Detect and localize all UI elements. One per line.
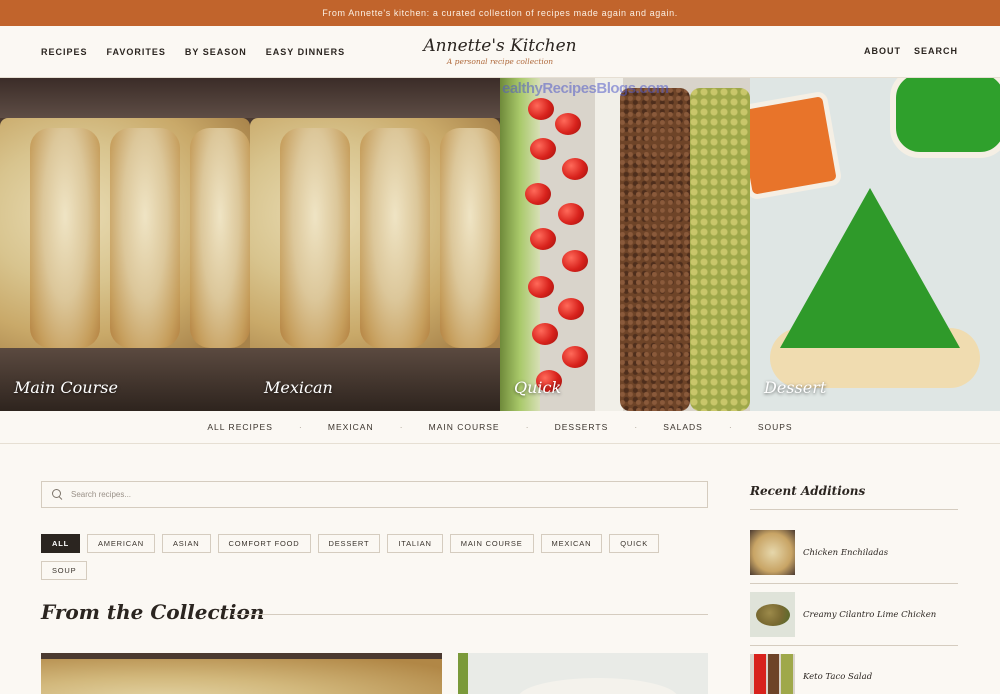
category-separator: · xyxy=(399,422,403,432)
recent-thumbnail xyxy=(750,654,795,694)
tag-quick[interactable]: QUICK xyxy=(609,534,660,553)
main-nav: RECIPES FAVORITES BY SEASON EASY DINNERS… xyxy=(0,26,1000,78)
tag-all[interactable]: ALL xyxy=(41,534,80,553)
tag-comfort-food[interactable]: COMFORT FOOD xyxy=(217,534,311,553)
hero-label-quick: Quick xyxy=(514,378,562,397)
recent-item-name: Chicken Enchiladas xyxy=(803,547,889,558)
announcement-text: From Annette's kitchen: a curated collec… xyxy=(322,8,678,18)
tag-dessert[interactable]: DESSERT xyxy=(317,534,381,553)
nav-recipes[interactable]: RECIPES xyxy=(41,47,88,57)
sidebar-divider xyxy=(750,509,958,510)
hero-grid: Main Course Mexican ealthyRecipesBlogs.c… xyxy=(0,78,1000,411)
hero-label-main-course: Main Course xyxy=(14,378,118,397)
hero-label-dessert: Dessert xyxy=(764,378,827,397)
category-desserts[interactable]: DESSERTS xyxy=(555,422,609,432)
hero-tile-quick[interactable]: ealthyRecipesBlogs.com Quick xyxy=(500,78,750,411)
announcement-bar: From Annette's kitchen: a curated collec… xyxy=(0,0,1000,26)
tag-main-course[interactable]: MAIN COURSE xyxy=(449,534,534,553)
nav-right: ABOUT SEARCH xyxy=(864,26,958,76)
recent-item[interactable]: Chicken Enchiladas xyxy=(750,522,958,584)
nav-by-season[interactable]: BY SEASON xyxy=(185,47,247,57)
tag-american[interactable]: AMERICAN xyxy=(86,534,155,553)
category-separator: · xyxy=(634,422,638,432)
category-soups[interactable]: SOUPS xyxy=(758,422,793,432)
site-title[interactable]: Annette's Kitchen xyxy=(423,36,576,56)
category-all-recipes[interactable]: ALL RECIPES xyxy=(207,422,273,432)
search-box xyxy=(41,481,708,508)
hero-tile-mexican[interactable]: Mexican xyxy=(250,78,500,411)
recent-thumbnail xyxy=(750,592,795,637)
nav-left: RECIPES FAVORITES BY SEASON EASY DINNERS xyxy=(41,26,345,78)
recent-item[interactable]: Creamy Cilantro Lime Chicken xyxy=(750,584,958,646)
heading-divider xyxy=(232,614,708,615)
nav-easy-dinners[interactable]: EASY DINNERS xyxy=(266,47,345,57)
nav-favorites[interactable]: FAVORITES xyxy=(107,47,166,57)
recipe-card-image[interactable] xyxy=(458,653,708,694)
tag-asian[interactable]: ASIAN xyxy=(161,534,211,553)
category-separator: · xyxy=(525,422,529,432)
tag-filter-list: ALL AMERICAN ASIAN COMFORT FOOD DESSERT … xyxy=(41,534,708,580)
recent-thumbnail xyxy=(750,530,795,575)
category-bar: ALL RECIPES · MEXICAN · MAIN COURSE · DE… xyxy=(0,411,1000,444)
hero-tile-dessert[interactable]: Dessert xyxy=(750,78,1000,411)
collection-heading: From the Collection xyxy=(41,600,265,624)
image-watermark: ealthyRecipesBlogs.com xyxy=(502,80,669,97)
sidebar-heading: Recent Additions xyxy=(750,484,866,498)
tag-soup[interactable]: SOUP xyxy=(41,561,88,580)
category-mexican[interactable]: MEXICAN xyxy=(328,422,374,432)
category-salads[interactable]: SALADS xyxy=(663,422,703,432)
nav-about[interactable]: ABOUT xyxy=(864,46,901,56)
recent-item-name: Keto Taco Salad xyxy=(803,671,873,682)
category-main-course[interactable]: MAIN COURSE xyxy=(429,422,500,432)
tag-italian[interactable]: ITALIAN xyxy=(387,534,443,553)
hero-tile-main-course[interactable]: Main Course xyxy=(0,78,250,411)
search-icon xyxy=(52,489,63,500)
hero-label-mexican: Mexican xyxy=(264,378,333,397)
search-input[interactable] xyxy=(71,490,671,499)
recent-item-name: Creamy Cilantro Lime Chicken xyxy=(803,609,937,620)
recent-item[interactable]: Keto Taco Salad xyxy=(750,646,958,694)
tag-mexican[interactable]: MEXICAN xyxy=(540,534,603,553)
category-separator: · xyxy=(728,422,732,432)
nav-search[interactable]: SEARCH xyxy=(914,46,958,56)
recipe-card-image[interactable] xyxy=(41,653,442,694)
category-separator: · xyxy=(298,422,302,432)
